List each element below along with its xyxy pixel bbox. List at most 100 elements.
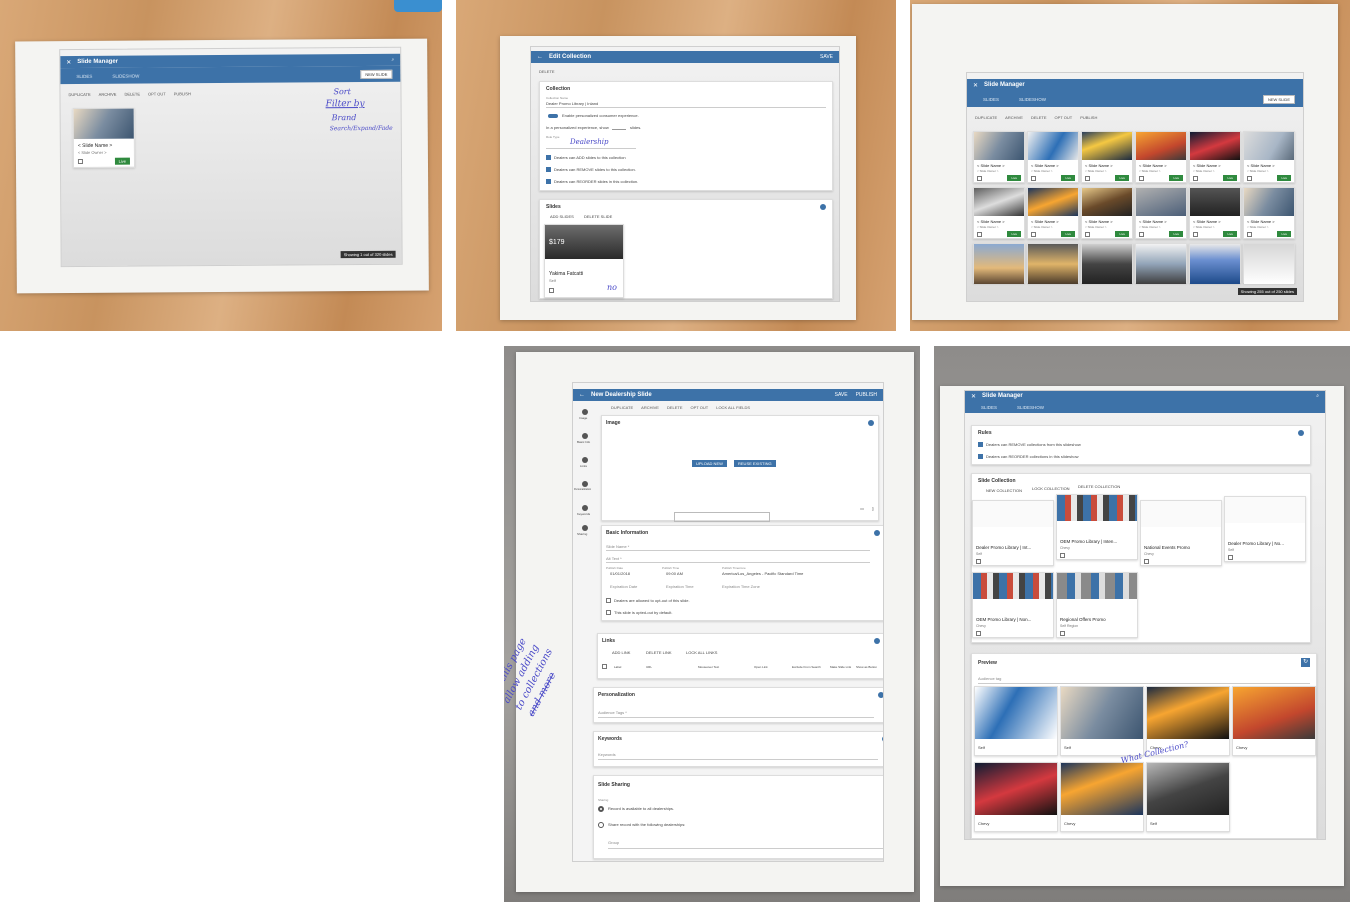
close-icon[interactable]: ✕ [971, 393, 976, 400]
slide-card[interactable]: < Slide Name > < Slide Owner > Live [1189, 131, 1241, 183]
collection-checkbox[interactable] [976, 559, 981, 564]
collection-checkbox[interactable] [1060, 631, 1065, 636]
new-slide-button[interactable]: NEW SLIDE [1262, 95, 1295, 104]
remove-slides-checkbox[interactable] [546, 167, 551, 172]
save-button[interactable]: SAVE [835, 392, 848, 398]
nav-basic-info[interactable]: Basic Info [577, 440, 590, 444]
collection-checkbox[interactable] [1060, 553, 1065, 558]
nav-sharing[interactable]: Sharing [577, 532, 587, 536]
add-slides-checkbox[interactable] [546, 155, 551, 160]
expiration-time-input[interactable]: Expiration Time [666, 584, 694, 589]
preview-card[interactable]: Self [974, 686, 1058, 756]
group-input[interactable]: Group [608, 840, 619, 845]
collection-card[interactable]: Dealer Promo Library | Int... Self [972, 500, 1054, 566]
duplicate-button[interactable]: DUPLICATE [975, 115, 997, 120]
publish-button[interactable]: PUBLISH [174, 91, 191, 96]
info-icon[interactable] [1298, 430, 1304, 436]
slide-checkbox[interactable] [1139, 176, 1144, 181]
nav-dot-sharing[interactable] [582, 525, 588, 531]
slide-card[interactable]: < Slide Name > < Slide Owner > Live [1027, 187, 1079, 239]
lock-collection-button[interactable]: LOCK COLLECTION [1032, 486, 1070, 491]
expiration-timezone-select[interactable]: Expiration Time Zone [722, 584, 760, 589]
preview-card[interactable]: Self [1146, 762, 1230, 832]
collection-card[interactable]: Dealer Promo Library | No... Self [1224, 496, 1306, 562]
collection-card[interactable]: National Events Promo Chevy [1140, 500, 1222, 566]
tab-slideshow[interactable]: SLIDESHOW [1017, 405, 1044, 410]
slide-checkbox[interactable] [1085, 176, 1090, 181]
opt-out-button[interactable]: OPT OUT [1055, 115, 1073, 120]
close-icon[interactable]: ✕ [973, 82, 978, 89]
search-icon[interactable]: ⌕ [391, 57, 394, 63]
collection-checkbox[interactable] [976, 631, 981, 636]
info-icon[interactable] [874, 530, 880, 536]
info-icon[interactable] [874, 638, 880, 644]
delete-collection-button[interactable]: DELETE COLLECTION [1078, 484, 1120, 489]
delete-button[interactable]: DELETE [539, 69, 555, 74]
archive-button[interactable]: ARCHIVE [1005, 115, 1023, 120]
keywords-input[interactable]: Keywords [598, 752, 616, 757]
nav-dot-keywords[interactable] [582, 505, 588, 511]
audience-tag-input[interactable]: Audience tag [978, 676, 1001, 681]
tab-slideshow[interactable]: SLIDESHOW [112, 73, 139, 78]
timezone-select[interactable]: America/Los_Angeles - Pacific Standard T… [722, 571, 803, 576]
archive-button[interactable]: ARCHIVE [641, 405, 659, 410]
remove-collections-checkbox[interactable] [978, 442, 983, 447]
upload-new-button[interactable]: UPLOAD NEW [692, 460, 727, 467]
share-all-radio[interactable] [598, 806, 604, 812]
duplicate-button[interactable]: DUPLICATE [68, 91, 90, 96]
reuse-existing-button[interactable]: REUSE EXISTING [734, 460, 776, 467]
expiration-date-input[interactable]: Expiration Date [610, 584, 637, 589]
opt-out-button[interactable]: OPT OUT [148, 91, 166, 96]
collection-checkbox[interactable] [1228, 555, 1233, 560]
slide-card[interactable]: < Slide Name > < Slide Owner > Live [72, 107, 136, 169]
slide-card[interactable]: < Slide Name > < Slide Owner > Live [973, 187, 1025, 239]
delete-link-button[interactable]: DELETE LINK [646, 650, 672, 655]
preview-card[interactable]: Chevy [1060, 762, 1144, 832]
slide-checkbox[interactable] [1085, 232, 1090, 237]
nav-dot-basic[interactable] [582, 433, 588, 439]
collection-card[interactable]: OEM Promo Library | Inten... Chevy [1056, 494, 1138, 560]
delete-button[interactable]: DELETE [1031, 115, 1047, 120]
delete-slide-button[interactable]: DELETE SLIDE [584, 214, 612, 219]
refresh-icon[interactable]: ↻ [1301, 658, 1310, 667]
tab-slides[interactable]: SLIDES [76, 73, 92, 78]
duplicate-button[interactable]: DUPLICATE [611, 405, 633, 410]
info-icon[interactable] [868, 420, 874, 426]
slide-card[interactable] [1135, 243, 1187, 284]
opt-out-button[interactable]: OPT OUT [691, 405, 709, 410]
search-icon[interactable]: ⌕ [1316, 393, 1319, 399]
slide-checkbox[interactable] [977, 176, 982, 181]
nav-personalization[interactable]: Personalization [574, 488, 591, 491]
slide-checkbox[interactable] [1031, 232, 1036, 237]
save-button[interactable]: SAVE [820, 54, 833, 60]
slide-card[interactable]: $179 Yakima Fatcatti Self no [544, 224, 624, 298]
info-icon[interactable] [882, 736, 883, 742]
slide-checkbox[interactable] [77, 158, 83, 165]
nav-dot-personalization[interactable] [582, 481, 588, 487]
mobile-icon[interactable]: ▯ [872, 506, 874, 511]
opt-out-allowed-checkbox[interactable] [606, 598, 611, 603]
lock-all-fields-button[interactable]: LOCK ALL FIELDS [716, 405, 750, 410]
image-dropzone[interactable] [674, 512, 770, 522]
tab-slideshow[interactable]: SLIDESHOW [1019, 97, 1046, 102]
alt-text-input[interactable]: Alt Text * [606, 556, 622, 561]
slide-card[interactable] [1027, 243, 1079, 284]
publish-date-input[interactable]: 01/01/2018 [610, 571, 630, 576]
nav-dot-links[interactable] [582, 457, 588, 463]
slide-checkbox[interactable] [1193, 232, 1198, 237]
add-link-button[interactable]: ADD LINK [612, 650, 630, 655]
slide-card[interactable]: < Slide Name > < Slide Owner > Live [1243, 131, 1295, 183]
share-some-radio[interactable] [598, 822, 604, 828]
archive-button[interactable]: ARCHIVE [99, 91, 117, 96]
preview-card[interactable]: Self [1060, 686, 1144, 756]
slide-card[interactable] [1243, 243, 1295, 284]
delete-button[interactable]: DELETE [667, 405, 683, 410]
slide-card[interactable]: < Slide Name > < Slide Owner > Live [1243, 187, 1295, 239]
slide-card[interactable] [973, 243, 1025, 284]
tab-slides[interactable]: SLIDES [981, 405, 997, 410]
slide-card[interactable]: < Slide Name > < Slide Owner > Live [1027, 131, 1079, 183]
slide-card[interactable]: < Slide Name > < Slide Owner > Live [1189, 187, 1241, 239]
slide-checkbox[interactable] [549, 288, 554, 293]
slide-card[interactable] [1081, 243, 1133, 284]
add-slides-button[interactable]: ADD SLIDES [550, 214, 574, 219]
